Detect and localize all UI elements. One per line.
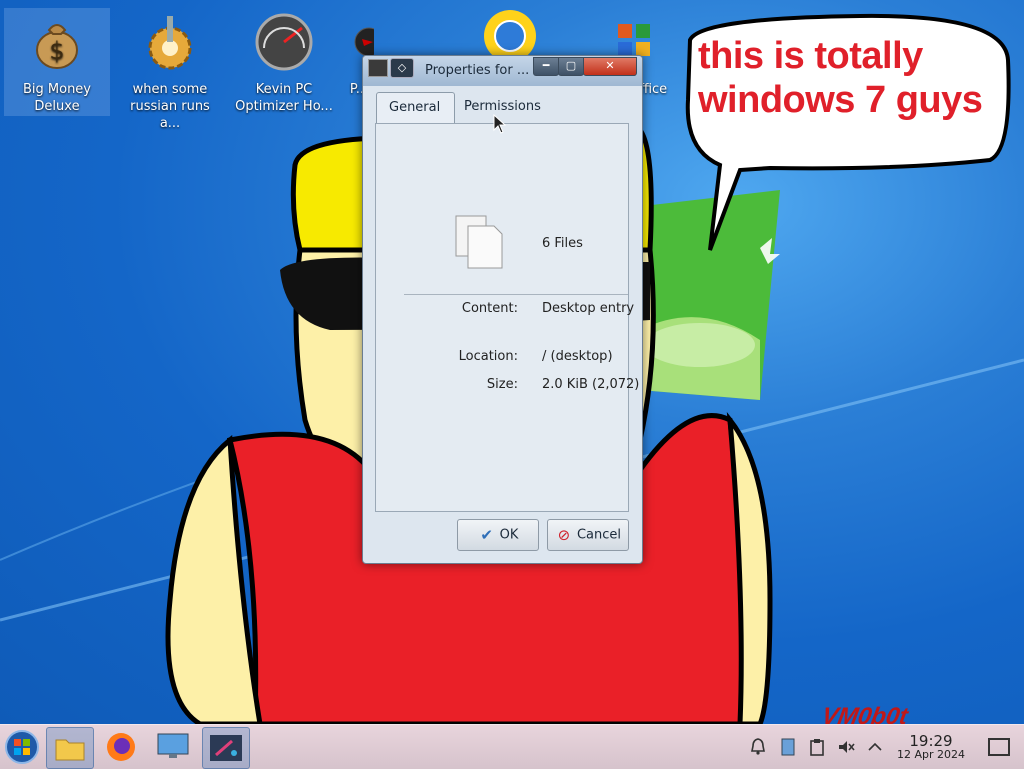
ok-button[interactable]: ✔ OK	[457, 519, 539, 551]
files-icon	[455, 215, 503, 269]
show-desktop-button[interactable]	[988, 738, 1010, 756]
file-count: 6 Files	[542, 236, 583, 251]
content-label: Content:	[461, 301, 518, 316]
volume-muted-icon[interactable]	[836, 737, 856, 757]
desktop-icon-kevin-optimizer[interactable]: Kevin PC Optimizer Ho...	[231, 8, 337, 116]
general-tab-panel: 6 Files Content: Desktop entry Location:…	[375, 123, 639, 512]
keep-above-icon[interactable]: ◇	[390, 58, 414, 78]
ok-label: OK	[499, 527, 519, 543]
close-button[interactable]: ✕	[583, 57, 637, 76]
size-label: Size:	[486, 377, 518, 392]
dialog-titlebar[interactable]: ◇ Properties for ... ━ ▢ ✕	[363, 56, 642, 86]
cancel-button[interactable]: ⊘ Cancel	[547, 519, 629, 551]
desktop-icon-big-money-deluxe[interactable]: $ Big Money Deluxe	[4, 8, 110, 116]
money-bag-icon: $	[36, 24, 78, 69]
taskbar-system-settings[interactable]	[150, 727, 196, 767]
desktop-icon-russian[interactable]: when some russian runs a...	[117, 8, 223, 131]
clock-date[interactable]: 12 Apr 2024	[893, 748, 969, 761]
taskbar-file-manager[interactable]	[46, 727, 94, 769]
check-icon: ✔	[480, 526, 493, 544]
gear-icon	[148, 16, 192, 70]
kde-window-icon	[210, 735, 242, 761]
content-value: Desktop entry	[542, 301, 635, 316]
taskbar-properties-window[interactable]	[202, 727, 250, 769]
taskbar-firefox[interactable]	[98, 727, 144, 767]
notifications-icon[interactable]	[748, 737, 768, 757]
taskbar	[0, 724, 1024, 769]
location-label: Location:	[458, 349, 518, 364]
start-orb-icon[interactable]	[4, 729, 40, 765]
cancel-label: Cancel	[576, 527, 622, 543]
folder-icon	[55, 739, 85, 761]
app-icon[interactable]	[368, 59, 388, 77]
gauge-icon	[255, 13, 313, 71]
maximize-button[interactable]: ▢	[558, 57, 584, 76]
chevron-up-icon[interactable]	[865, 737, 885, 757]
separator	[404, 294, 628, 295]
desktop-icon-label: when some russian runs a...	[130, 82, 210, 131]
dialog-title: Properties for ...	[425, 63, 530, 78]
svg-text:$: $	[49, 37, 64, 65]
tab-general[interactable]: General	[376, 92, 455, 123]
desktop-icon-label: Kevin PC Optimizer Ho...	[235, 82, 333, 114]
clipboard-icon[interactable]	[807, 737, 827, 757]
firefox-icon	[107, 733, 135, 761]
cancel-icon: ⊘	[557, 526, 571, 544]
desktop-icon-office[interactable]: ...Office	[617, 8, 672, 116]
mouse-cursor-icon	[493, 114, 507, 134]
desktop-icon-label: Big Money Deluxe	[22, 82, 91, 114]
size-value: 2.0 KiB (2,072)	[542, 377, 640, 392]
artist-signature: VM0b0t	[819, 703, 910, 724]
speech-bubble-text: this is totally windows 7 guys	[698, 35, 983, 121]
location-value: / (desktop)	[542, 349, 613, 364]
monitor-icon	[157, 733, 189, 758]
device-notifier-icon[interactable]	[778, 737, 798, 757]
minimize-button[interactable]: ━	[533, 57, 559, 76]
